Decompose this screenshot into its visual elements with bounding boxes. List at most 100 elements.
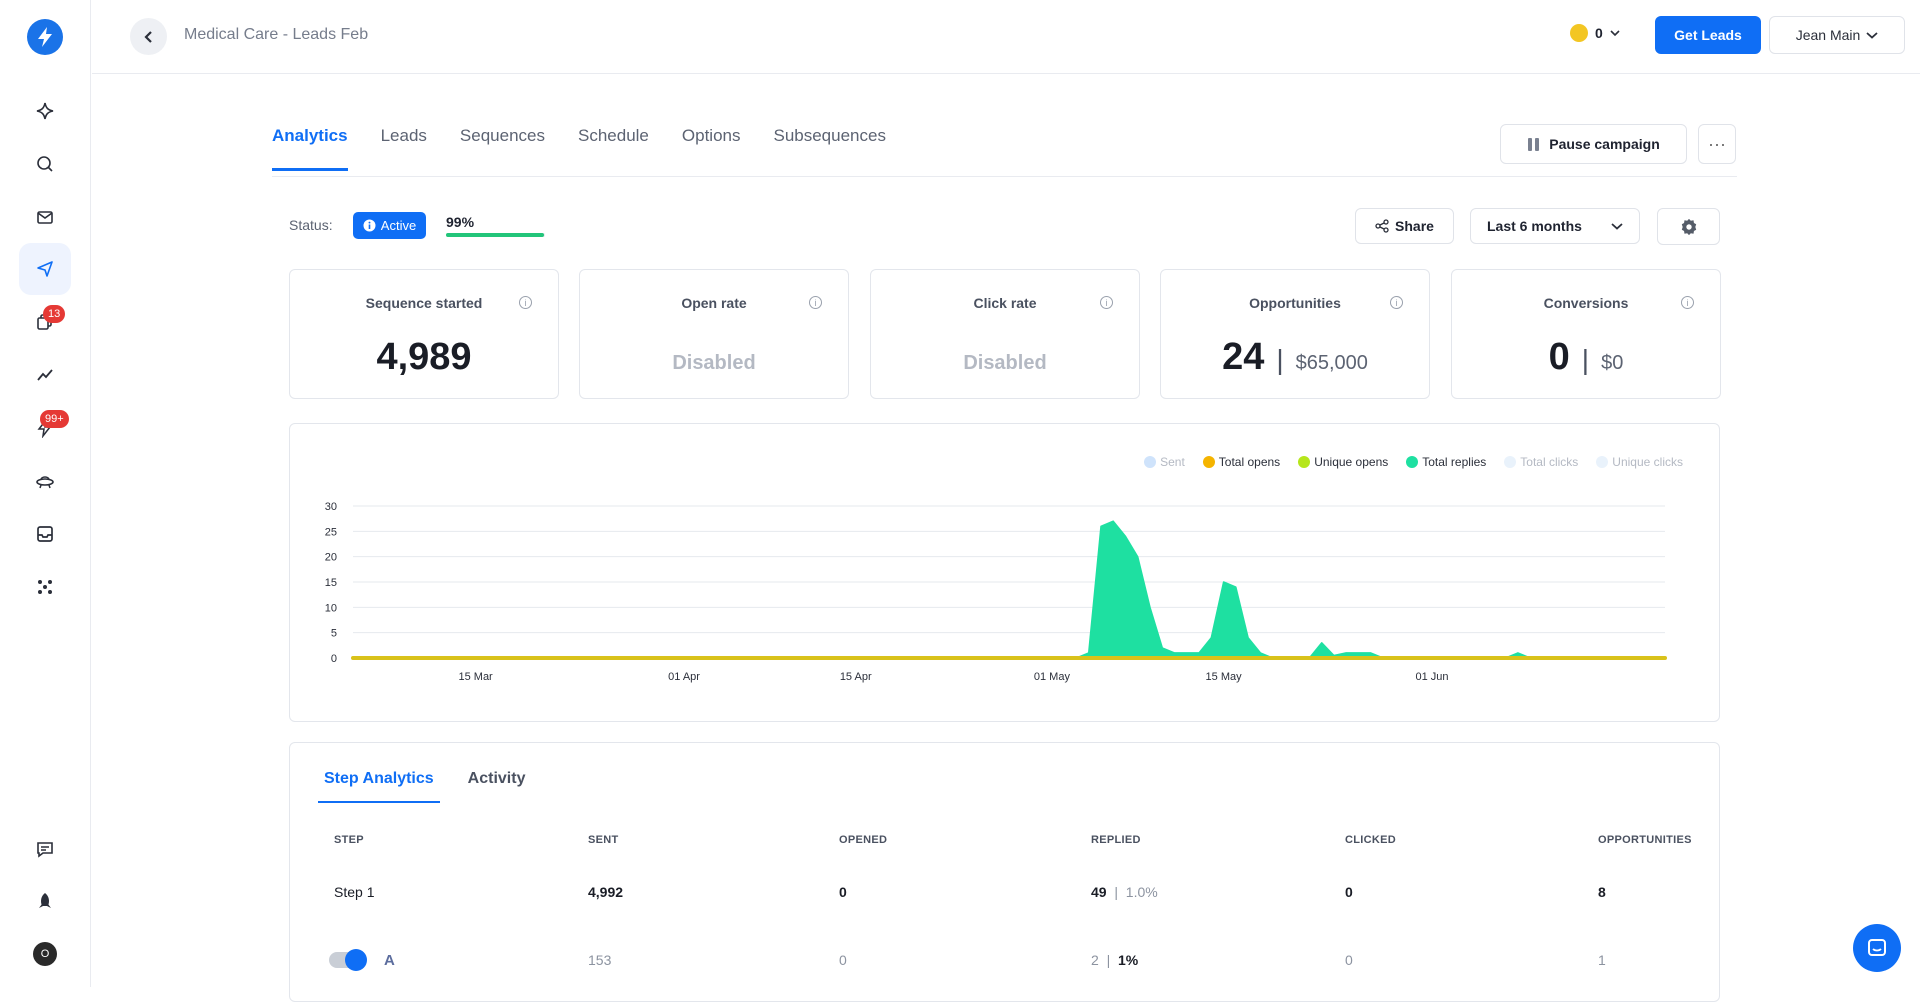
- progress-bar: [446, 233, 545, 237]
- replied-count: 49: [1091, 884, 1107, 900]
- step-replied: 49 | 1.0%: [1091, 884, 1158, 900]
- apps-icon[interactable]: [19, 561, 71, 613]
- more-options-button[interactable]: ···: [1698, 124, 1736, 164]
- tab-sequences[interactable]: Sequences: [460, 126, 545, 171]
- card-title: Click rate: [973, 295, 1037, 311]
- date-range-select[interactable]: Last 6 months: [1470, 208, 1640, 244]
- pause-campaign-button[interactable]: Pause campaign: [1500, 124, 1687, 164]
- user-name: Jean Main: [1795, 27, 1861, 43]
- share-label: Share: [1395, 218, 1434, 234]
- y-tick-label: 0: [331, 653, 337, 665]
- tab-schedule[interactable]: Schedule: [578, 126, 649, 171]
- send-icon[interactable]: [19, 243, 71, 295]
- chevron-down-icon: [1610, 30, 1620, 37]
- trend-icon[interactable]: [19, 349, 71, 401]
- variant-clicked: 0: [1345, 952, 1353, 968]
- step-clicked: 0: [1345, 884, 1353, 900]
- tab-step-analytics[interactable]: Step Analytics: [318, 770, 440, 803]
- separator: |: [1581, 344, 1590, 375]
- sparkle-icon[interactable]: [19, 85, 71, 137]
- info-icon[interactable]: i: [1100, 296, 1113, 309]
- feedback-icon[interactable]: [19, 823, 71, 875]
- variant-toggle[interactable]: [329, 949, 367, 971]
- card-money: $0: [1601, 352, 1624, 374]
- variant-sent: 153: [588, 952, 612, 968]
- coin-icon: [1570, 24, 1588, 42]
- x-tick-label: 15 May: [1206, 671, 1243, 683]
- top-bar: Medical Care - Leads Feb 0 Get Leads Jea…: [92, 0, 1920, 74]
- column-header: OPENED: [839, 834, 888, 846]
- chat-support-button[interactable]: [1853, 924, 1901, 972]
- info-icon[interactable]: i: [519, 296, 532, 309]
- column-header: OPPORTUNITIES: [1598, 834, 1692, 846]
- separator: |: [1110, 884, 1122, 900]
- tab-options[interactable]: Options: [682, 126, 741, 171]
- logo-icon[interactable]: [27, 19, 63, 55]
- date-range-value: Last 6 months: [1487, 218, 1582, 234]
- y-tick-label: 15: [325, 577, 337, 589]
- campaign-tabs: Analytics Leads Sequences Schedule Optio…: [272, 126, 919, 171]
- rocket-icon[interactable]: [19, 875, 71, 927]
- x-tick-label: 01 Apr: [668, 671, 700, 683]
- sidebar: 13 99+ O: [0, 0, 91, 987]
- card-disabled-text: Disabled: [672, 352, 756, 374]
- chart-svg: 30 25 20 15 10 5 0 15 Mar 01 Apr 15 Apr 01 May 15 M…: [325, 501, 1667, 683]
- tab-leads[interactable]: Leads: [381, 126, 427, 171]
- status-badge: Active: [353, 212, 426, 239]
- tab-subsequences[interactable]: Subsequences: [773, 126, 885, 171]
- variant-name[interactable]: A: [384, 952, 395, 969]
- progress-fill: [446, 233, 544, 237]
- user-menu[interactable]: Jean Main: [1769, 16, 1905, 54]
- card-title: Sequence started: [365, 295, 483, 311]
- y-tick-label: 30: [325, 501, 337, 513]
- column-header: STEP: [334, 834, 364, 846]
- credits-count: 0: [1595, 25, 1603, 41]
- card-sequence-started: Sequence started i 4,989: [289, 269, 559, 399]
- column-header: REPLIED: [1091, 834, 1141, 846]
- variant-replied: 2 | 1%: [1091, 952, 1138, 968]
- gear-icon: [1681, 218, 1696, 235]
- series-total-replies: [352, 520, 1666, 659]
- step-opportunities: 8: [1598, 884, 1606, 900]
- status-label: Status:: [289, 217, 333, 233]
- analytics-chart: Sent Total opens Unique opens Total replies…: [289, 423, 1720, 722]
- pause-label: Pause campaign: [1549, 136, 1660, 152]
- chat-icon: [1868, 939, 1886, 956]
- info-icon[interactable]: i: [1681, 296, 1694, 309]
- inbox-icon[interactable]: [19, 508, 71, 560]
- card-opportunities: Opportunities i 24 | $65,000: [1160, 269, 1430, 399]
- card-title: Opportunities: [1249, 295, 1341, 311]
- search-icon[interactable]: [19, 138, 71, 190]
- chevron-down-icon: [1866, 32, 1878, 39]
- separator: |: [1276, 344, 1284, 375]
- info-icon[interactable]: i: [809, 296, 822, 309]
- notification-badge: 99+: [40, 410, 69, 428]
- x-tick-label: 01 May: [1034, 671, 1071, 683]
- card-open-rate: Open rate i Disabled: [579, 269, 849, 399]
- card-title: Open rate: [681, 295, 747, 311]
- info-icon: [363, 219, 376, 232]
- share-button[interactable]: Share: [1355, 208, 1454, 244]
- copy-icon[interactable]: [19, 296, 71, 348]
- step-name[interactable]: Step 1: [334, 884, 374, 900]
- chevron-down-icon: [1611, 223, 1623, 230]
- share-icon: [1375, 219, 1389, 233]
- chevron-left-icon: [143, 30, 152, 43]
- back-button[interactable]: [130, 18, 167, 55]
- replied-count: 2: [1091, 952, 1099, 968]
- avatar[interactable]: O: [33, 942, 57, 966]
- card-disabled-text: Disabled: [963, 352, 1047, 374]
- ufo-icon[interactable]: [19, 455, 71, 507]
- x-tick-label: 01 Jun: [1416, 671, 1449, 683]
- tab-activity[interactable]: Activity: [462, 770, 532, 803]
- credits-dropdown[interactable]: 0: [1570, 24, 1620, 42]
- step-sent: 4,992: [588, 884, 624, 900]
- tabs-divider: [272, 176, 1737, 177]
- step-analytics-panel: Step Analytics Activity STEP SENT OPENED…: [289, 742, 1720, 1002]
- breadcrumb: Medical Care - Leads Feb: [184, 26, 369, 43]
- get-leads-button[interactable]: Get Leads: [1655, 16, 1761, 54]
- mail-icon[interactable]: [19, 191, 71, 243]
- tab-analytics[interactable]: Analytics: [272, 126, 348, 171]
- settings-button[interactable]: [1657, 208, 1720, 245]
- info-icon[interactable]: i: [1390, 296, 1403, 309]
